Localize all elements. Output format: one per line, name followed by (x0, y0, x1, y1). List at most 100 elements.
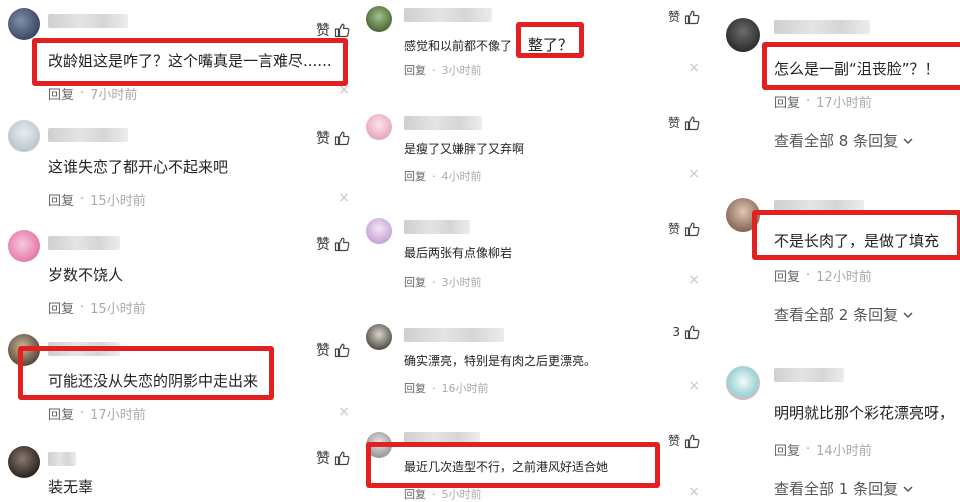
timestamp: 17小时前 (90, 408, 146, 423)
comment-meta: 回复 · 16小时前 (404, 380, 489, 396)
comment-meta: 回复 · 12小时前 (774, 266, 872, 285)
view-all-replies-link[interactable]: 查看全部 1 条回复 (774, 478, 914, 499)
username[interactable] (48, 452, 76, 466)
separator-dot: · (806, 442, 811, 457)
like-button[interactable]: 赞 (316, 20, 350, 40)
reply-button[interactable]: 回复 (48, 84, 74, 103)
comment-item: 不是长肉了，是做了填充 回复 · 12小时前 查看全部 2 条回复 (722, 180, 960, 340)
comment-item: 赞 这谁失恋了都开心不起来吧 回复 · 15小时前 × (0, 108, 358, 216)
like-label: 赞 (667, 10, 680, 24)
comment-meta: 回复 · 15小时前 (48, 298, 146, 317)
comment-item: 赞 装无辜 (0, 432, 358, 502)
highlight-box (752, 210, 960, 260)
like-label: 赞 (316, 23, 330, 39)
comment-meta: 回复 · 3小时前 (404, 62, 482, 78)
like-label: 赞 (316, 343, 330, 359)
comment-meta: 回复 · 14小时前 (774, 440, 872, 459)
timestamp: 14小时前 (816, 444, 872, 459)
view-all-replies-link[interactable]: 查看全部 8 条回复 (774, 130, 914, 151)
close-icon[interactable]: × (338, 190, 350, 206)
avatar[interactable] (8, 120, 40, 152)
username[interactable] (404, 8, 492, 22)
avatar[interactable] (8, 230, 40, 262)
like-button[interactable]: 赞 (668, 220, 700, 237)
thumbs-up-icon (334, 23, 350, 38)
like-button[interactable]: 3 (672, 324, 700, 340)
comment-meta: 回复 · 7小时前 (48, 84, 137, 103)
thumbs-up-icon (684, 116, 700, 130)
reply-button[interactable]: 回复 (404, 62, 426, 78)
timestamp: 16小时前 (441, 382, 489, 395)
thumbs-up-icon (684, 325, 700, 340)
avatar[interactable] (366, 6, 392, 32)
like-button[interactable]: 赞 (668, 432, 700, 449)
comment-text: 装无辜 (48, 478, 94, 496)
reply-button[interactable]: 回复 (404, 380, 426, 396)
comment-item: 赞 岁数不饶人 回复 · 15小时前 (0, 216, 358, 322)
timestamp: 5小时前 (441, 488, 482, 501)
thumbs-up-icon (684, 222, 700, 236)
reply-button[interactable]: 回复 (774, 92, 800, 111)
like-count: 3 (672, 325, 680, 339)
like-button[interactable]: 赞 (316, 234, 350, 254)
username[interactable] (404, 116, 482, 130)
comment-meta: 回复 · 17小时前 (774, 92, 872, 111)
like-button[interactable]: 赞 (316, 340, 350, 360)
separator-dot: · (80, 192, 85, 207)
close-icon[interactable]: × (338, 404, 350, 420)
avatar[interactable] (366, 218, 392, 244)
avatar[interactable] (8, 8, 40, 40)
reply-button[interactable]: 回复 (404, 486, 426, 502)
separator-dot: · (80, 300, 85, 315)
separator-dot: · (432, 275, 436, 289)
close-icon[interactable]: × (688, 378, 700, 394)
comment-item: 怎么是一副“沮丧脸”？！ 回复 · 17小时前 查看全部 8 条回复 (722, 0, 960, 180)
like-button[interactable]: 赞 (668, 8, 700, 25)
comment-item: 赞 最后两张有点像柳岩 回复 · 3小时前 × (362, 208, 712, 316)
like-button[interactable]: 赞 (316, 448, 350, 468)
reply-button[interactable]: 回复 (774, 440, 800, 459)
timestamp: 3小时前 (441, 64, 482, 77)
username[interactable] (774, 20, 870, 34)
thumbs-up-icon (684, 10, 700, 24)
username[interactable] (774, 368, 844, 382)
avatar[interactable] (366, 324, 392, 350)
avatar[interactable] (8, 446, 40, 478)
comment-text-part: 感觉和以前都不像了 (404, 39, 513, 53)
close-icon[interactable]: × (688, 272, 700, 288)
username[interactable] (48, 236, 120, 250)
reply-button[interactable]: 回复 (774, 266, 800, 285)
comment-item: 赞 是瘦了又嫌胖了又弃啊 回复 · 4小时前 × (362, 100, 712, 208)
reply-button[interactable]: 回复 (404, 168, 426, 184)
avatar[interactable] (726, 366, 760, 400)
close-icon[interactable]: × (688, 166, 700, 182)
username[interactable] (48, 14, 128, 28)
close-icon[interactable]: × (688, 484, 700, 500)
thumbs-up-icon (334, 237, 350, 252)
thumbs-up-icon (334, 451, 350, 466)
comment-item: 明明就比那个彩花漂亮呀， 回复 · 14小时前 查看全部 1 条回复 (722, 348, 960, 502)
chevron-down-icon (903, 137, 913, 144)
like-label: 赞 (316, 131, 330, 147)
like-button[interactable]: 赞 (316, 128, 350, 148)
like-button[interactable]: 赞 (668, 114, 700, 131)
reply-button[interactable]: 回复 (48, 190, 74, 209)
separator-dot: · (806, 268, 811, 283)
reply-button[interactable]: 回复 (48, 404, 74, 423)
reply-button[interactable]: 回复 (404, 274, 426, 290)
comment-column-1: 赞 改龄姐这是咋了？这个嘴真是一言难尽...... 回复 · 7小时前 × 赞 … (0, 0, 358, 502)
reply-button[interactable]: 回复 (48, 298, 74, 317)
username[interactable] (404, 328, 504, 342)
close-icon[interactable]: × (688, 60, 700, 76)
like-label: 赞 (316, 237, 330, 253)
thumbs-up-icon (334, 343, 350, 358)
highlight-box (762, 42, 960, 90)
avatar[interactable] (726, 18, 760, 52)
username[interactable] (404, 220, 470, 234)
username[interactable] (48, 128, 128, 142)
chevron-down-icon (903, 485, 913, 492)
view-all-replies-link[interactable]: 查看全部 2 条回复 (774, 304, 914, 325)
comment-meta: 回复 · 4小时前 (404, 168, 482, 184)
separator-dot: · (80, 86, 85, 101)
avatar[interactable] (366, 114, 392, 140)
